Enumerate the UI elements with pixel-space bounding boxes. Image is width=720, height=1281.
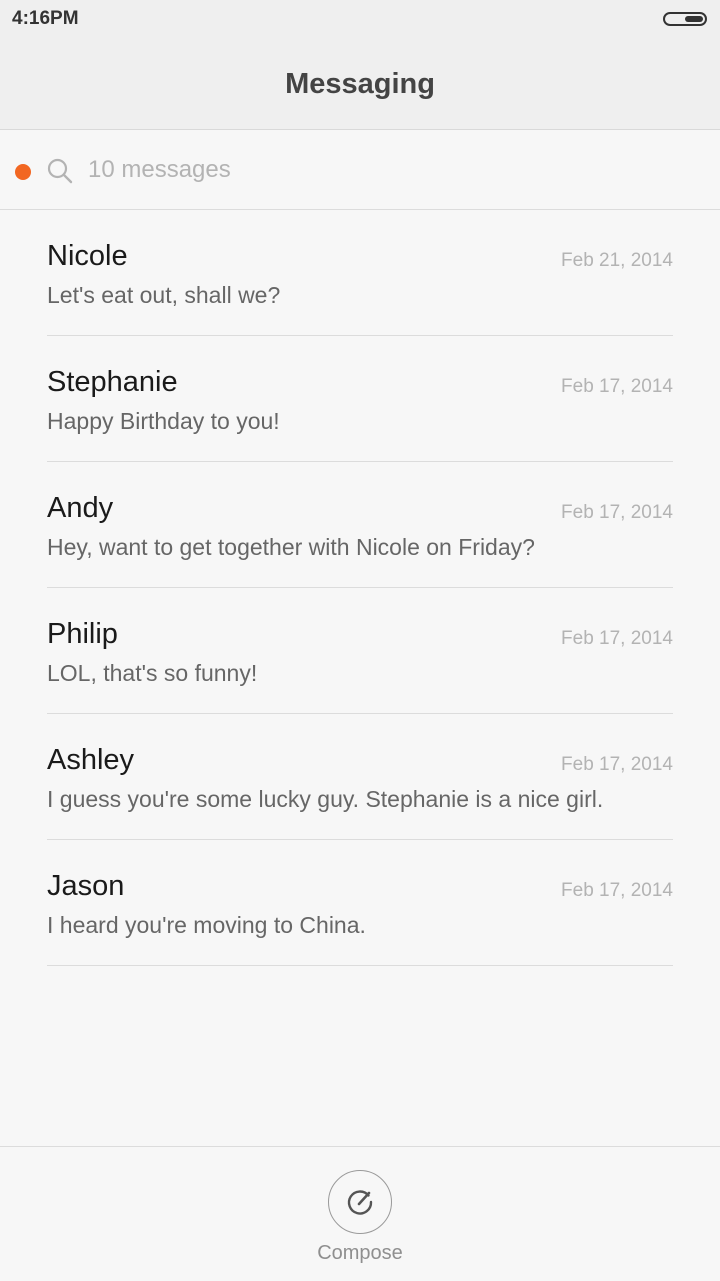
contact-name: Philip	[47, 618, 118, 650]
conversation-item-nicole[interactable]: Nicole Feb 21, 2014 Let's eat out, shall…	[0, 210, 720, 336]
conversation-list: Nicole Feb 21, 2014 Let's eat out, shall…	[0, 210, 720, 966]
status-time: 4:16PM	[12, 8, 79, 29]
contact-name: Andy	[47, 492, 114, 524]
message-date: Feb 17, 2014	[561, 628, 673, 649]
contact-name: Ashley	[47, 744, 135, 776]
conversation-item-jason[interactable]: Jason Feb 17, 2014 I heard you're moving…	[0, 840, 720, 966]
search-input[interactable]: 10 messages	[88, 156, 231, 184]
bottom-bar: Compose	[0, 1146, 720, 1281]
message-date: Feb 17, 2014	[561, 376, 673, 397]
message-preview: I heard you're moving to China.	[47, 912, 366, 938]
page-title: Messaging	[285, 68, 435, 100]
message-preview: Hey, want to get together with Nicole on…	[47, 534, 535, 560]
contact-name: Stephanie	[47, 366, 178, 398]
message-date: Feb 17, 2014	[561, 502, 673, 523]
conversation-item-ashley[interactable]: Ashley Feb 17, 2014 I guess you're some …	[0, 714, 720, 840]
contact-name: Jason	[47, 870, 125, 902]
message-preview: Happy Birthday to you!	[47, 408, 280, 434]
search-icon	[47, 158, 73, 184]
message-date: Feb 17, 2014	[561, 754, 673, 775]
conversation-item-stephanie[interactable]: Stephanie Feb 17, 2014 Happy Birthday to…	[0, 336, 720, 462]
contact-name: Nicole	[47, 240, 128, 272]
conversation-item-philip[interactable]: Philip Feb 17, 2014 LOL, that's so funny…	[0, 588, 720, 714]
compose-label: Compose	[317, 1242, 403, 1264]
unread-indicator	[15, 164, 31, 180]
message-preview: Let's eat out, shall we?	[47, 282, 281, 308]
message-preview: LOL, that's so funny!	[47, 660, 258, 686]
status-bar: 4:16PM	[0, 0, 720, 40]
message-date: Feb 21, 2014	[561, 250, 673, 271]
app-header: Messaging	[0, 40, 720, 130]
compose-icon	[347, 1190, 373, 1215]
conversation-item-andy[interactable]: Andy Feb 17, 2014 Hey, want to get toget…	[0, 462, 720, 588]
search-bar[interactable]: 10 messages	[0, 130, 720, 210]
message-preview: I guess you're some lucky guy. Stephanie…	[47, 786, 604, 812]
message-date: Feb 17, 2014	[561, 880, 673, 901]
battery-level	[685, 16, 703, 22]
divider	[47, 965, 673, 966]
battery-icon	[663, 12, 707, 26]
compose-button[interactable]	[328, 1170, 392, 1234]
